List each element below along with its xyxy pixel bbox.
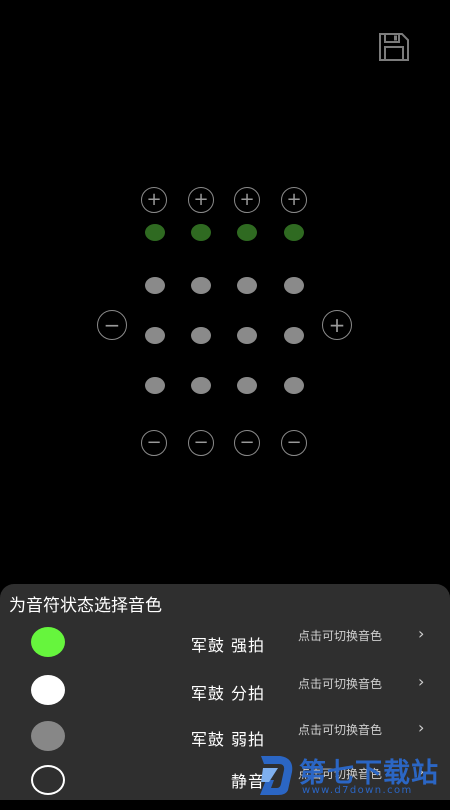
beat-dot-r2-c3[interactable] (237, 277, 257, 294)
sound-option-row[interactable]: 军鼓 强拍 点击可切换音色 › (0, 624, 450, 670)
chevron-right-icon: › (418, 718, 425, 737)
add-beat-col-1-button[interactable]: + (141, 187, 167, 213)
swatch-white (31, 675, 65, 705)
chevron-right-icon: › (418, 672, 425, 691)
swatch-green (31, 627, 65, 657)
beat-dot-r2-c4[interactable] (284, 277, 304, 294)
beat-dot-r1-c3[interactable] (237, 224, 257, 241)
floppy-disk-icon (379, 33, 409, 61)
sound-option-label: 军鼓 弱拍 (190, 730, 265, 749)
beat-dot-r3-c3[interactable] (237, 327, 257, 344)
beat-dot-r1-c1[interactable] (145, 224, 165, 241)
swatch-gray (31, 721, 65, 751)
beat-dot-r2-c1[interactable] (145, 277, 165, 294)
add-column-button[interactable]: + (322, 310, 352, 340)
beat-dot-r3-c1[interactable] (145, 327, 165, 344)
beat-dot-r3-c4[interactable] (284, 327, 304, 344)
add-beat-col-3-button[interactable]: + (234, 187, 260, 213)
beat-dot-r1-c4[interactable] (284, 224, 304, 241)
sound-option-hint: 点击可切换音色 (298, 723, 383, 737)
sound-option-label: 军鼓 强拍 (190, 636, 265, 655)
beat-dot-r4-c4[interactable] (284, 377, 304, 394)
remove-column-button[interactable]: − (97, 310, 127, 340)
beat-dot-r1-c2[interactable] (191, 224, 211, 241)
watermark: 第七下载站 www.d7down.com (258, 752, 448, 798)
swatch-outline (31, 765, 65, 795)
remove-beat-col-4-button[interactable]: − (281, 430, 307, 456)
sheet-title: 为音符状态选择音色 (9, 596, 162, 616)
sound-option-label: 军鼓 分拍 (190, 684, 265, 703)
chevron-right-icon: › (418, 624, 425, 643)
beat-dot-r4-c1[interactable] (145, 377, 165, 394)
d7-logo-icon (260, 756, 293, 795)
beat-dot-r4-c2[interactable] (191, 377, 211, 394)
watermark-url: www.d7down.com (302, 785, 413, 796)
remove-beat-col-2-button[interactable]: − (188, 430, 214, 456)
remove-beat-col-1-button[interactable]: − (141, 430, 167, 456)
sound-option-hint: 点击可切换音色 (298, 629, 383, 643)
save-button[interactable] (377, 32, 411, 62)
beat-dot-r4-c3[interactable] (237, 377, 257, 394)
add-beat-col-4-button[interactable]: + (281, 187, 307, 213)
add-beat-col-2-button[interactable]: + (188, 187, 214, 213)
sound-option-row[interactable]: 军鼓 分拍 点击可切换音色 › (0, 672, 450, 718)
beat-dot-r2-c2[interactable] (191, 277, 211, 294)
beat-dot-r3-c2[interactable] (191, 327, 211, 344)
remove-beat-col-3-button[interactable]: − (234, 430, 260, 456)
sound-option-hint: 点击可切换音色 (298, 677, 383, 691)
